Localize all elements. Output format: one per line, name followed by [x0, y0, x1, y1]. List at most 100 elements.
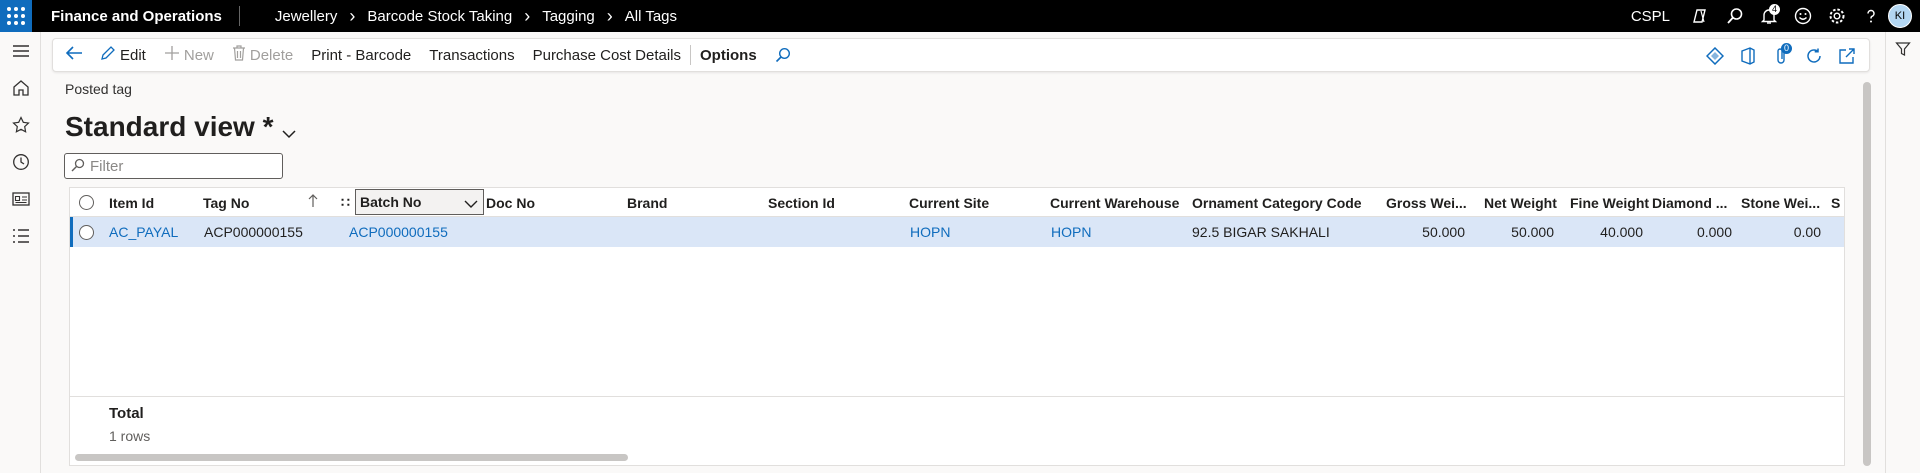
row-select-radio[interactable] [79, 217, 94, 247]
left-navigation [0, 32, 41, 473]
cell-stone-weight[interactable]: 0.00 [1737, 217, 1821, 247]
purchase-cost-details-button[interactable]: Purchase Cost Details [524, 38, 690, 72]
clock-icon[interactable] [0, 143, 41, 180]
cell-current-site[interactable]: HOPN [910, 217, 950, 247]
refresh-icon[interactable] [1797, 39, 1830, 73]
open-in-new-window-icon[interactable] [1830, 39, 1863, 73]
column-header-doc-no[interactable]: Doc No [486, 188, 535, 217]
column-header-ornament-category-code[interactable]: Ornament Category Code [1192, 188, 1362, 217]
avatar[interactable]: KI [1888, 4, 1912, 28]
cell-batch-no[interactable]: ACP000000155 [349, 217, 448, 247]
cell-fine-weight[interactable]: 40.000 [1558, 217, 1643, 247]
grid-header: Item Id Tag No ∷ Batch No Doc No Brand S… [70, 188, 1844, 217]
column-header-truncated[interactable]: S [1831, 188, 1840, 217]
select-all-radio[interactable] [79, 188, 94, 217]
waffle-icon[interactable] [0, 0, 32, 32]
workspace-icon[interactable] [0, 180, 41, 217]
app-title[interactable]: Finance and Operations [51, 8, 222, 25]
attachment-icon[interactable]: 0 [1764, 39, 1797, 73]
office-icon[interactable] [1731, 39, 1764, 73]
column-header-batch-no-label: Batch No [360, 194, 422, 210]
search-icon [71, 158, 85, 175]
cell-gross-weight[interactable]: 50.000 [1373, 217, 1465, 247]
hamburger-icon[interactable] [0, 32, 41, 69]
edit-button[interactable]: Edit [96, 38, 155, 72]
chevron-down-icon [281, 114, 296, 146]
breadcrumb-item-jewellery[interactable]: Jewellery [275, 8, 338, 25]
total-label: Total [109, 405, 144, 422]
filter-icon[interactable] [1886, 32, 1920, 66]
options-tab[interactable]: Options [691, 38, 766, 72]
print-barcode-button[interactable]: Print - Barcode [302, 38, 420, 72]
horizontal-scrollbar[interactable] [75, 454, 628, 461]
top-bar: Finance and Operations Jewellery › Barco… [0, 0, 1920, 32]
company-picker[interactable]: CSPL [1631, 8, 1670, 25]
search-icon[interactable] [1718, 0, 1752, 32]
attachment-count-badge: 0 [1780, 43, 1792, 54]
smiley-icon[interactable] [1786, 0, 1820, 32]
chevron-right-icon: › [524, 5, 531, 26]
breadcrumb-item-barcode-stock-taking[interactable]: Barcode Stock Taking [367, 8, 512, 25]
cell-tag-no[interactable]: ACP000000155 [204, 217, 303, 247]
column-header-brand[interactable]: Brand [627, 188, 667, 217]
column-header-net-weight[interactable]: Net Weight [1484, 188, 1557, 217]
star-icon[interactable] [0, 106, 41, 143]
column-header-item-id[interactable]: Item Id [109, 188, 154, 217]
help-icon[interactable] [1854, 0, 1888, 32]
column-header-current-warehouse[interactable]: Current Warehouse [1050, 188, 1179, 217]
edit-icon [100, 45, 120, 65]
filter-box [64, 153, 283, 179]
notification-badge: 4 [1768, 4, 1780, 15]
new-button[interactable]: New [155, 38, 223, 72]
column-header-gross-weight[interactable]: Gross Wei... [1386, 188, 1467, 217]
trash-icon [232, 45, 250, 65]
form-caption: Posted tag [65, 81, 132, 97]
settings-icon[interactable] [1820, 0, 1854, 32]
delete-button[interactable]: Delete [223, 38, 302, 72]
cell-ornament-category-code[interactable]: 92.5 BIGAR SAKHALI [1192, 217, 1330, 247]
filter-input[interactable] [90, 157, 280, 175]
back-button[interactable] [53, 38, 96, 72]
transactions-button[interactable]: Transactions [420, 38, 523, 72]
column-header-tag-no[interactable]: Tag No [203, 188, 328, 217]
breadcrumb: Jewellery › Barcode Stock Taking › Taggi… [275, 6, 677, 27]
copilot-icon[interactable] [1684, 0, 1718, 32]
power-apps-icon[interactable] [1698, 39, 1731, 73]
column-header-fine-weight[interactable]: Fine Weight [1570, 188, 1649, 217]
page-title: Standard view * [65, 111, 274, 142]
row-count: 1 rows [109, 428, 151, 444]
divider [238, 6, 240, 26]
column-header-tag-no-label: Tag No [203, 194, 250, 211]
right-rail [1885, 32, 1920, 473]
chevron-right-icon: › [606, 5, 613, 26]
sort-ascending-icon [308, 194, 318, 211]
cell-net-weight[interactable]: 50.000 [1468, 217, 1554, 247]
column-header-section-id[interactable]: Section Id [768, 188, 835, 217]
plus-icon [164, 45, 184, 65]
table-row[interactable]: AC_PAYAL ACP000000155 ACP000000155 HOPN … [70, 217, 1844, 247]
cell-diamond[interactable]: 0.000 [1648, 217, 1732, 247]
column-header-stone-weight[interactable]: Stone Wei... [1741, 188, 1820, 217]
action-pane: Edit New Delete Print - Barcode Transact… [52, 38, 1870, 72]
new-label: New [183, 46, 214, 64]
breadcrumb-item-tagging[interactable]: Tagging [542, 8, 595, 25]
action-pane-right-tools: 0 [1698, 39, 1863, 73]
home-icon[interactable] [0, 69, 41, 106]
column-header-current-site[interactable]: Current Site [909, 188, 989, 217]
delete-label: Delete [249, 46, 294, 64]
column-header-diamond[interactable]: Diamond ... [1652, 188, 1727, 217]
breadcrumb-item-all-tags[interactable]: All Tags [625, 8, 677, 25]
cell-current-warehouse[interactable]: HOPN [1051, 217, 1091, 247]
bell-icon[interactable]: 4 [1752, 0, 1786, 32]
chevron-right-icon: › [349, 5, 356, 26]
view-selector[interactable]: Standard view * [65, 108, 296, 146]
top-right-tools: CSPL 4 KI [1631, 0, 1920, 32]
search-icon[interactable] [766, 38, 804, 72]
back-arrow-icon [65, 45, 87, 65]
cell-item-id[interactable]: AC_PAYAL [109, 217, 178, 247]
column-drag-handle-icon[interactable]: ∷ [341, 188, 350, 217]
list-icon[interactable] [0, 217, 41, 254]
column-header-batch-no[interactable]: Batch No [355, 189, 484, 215]
chevron-down-icon [464, 196, 478, 212]
vertical-scrollbar[interactable] [1863, 82, 1871, 466]
